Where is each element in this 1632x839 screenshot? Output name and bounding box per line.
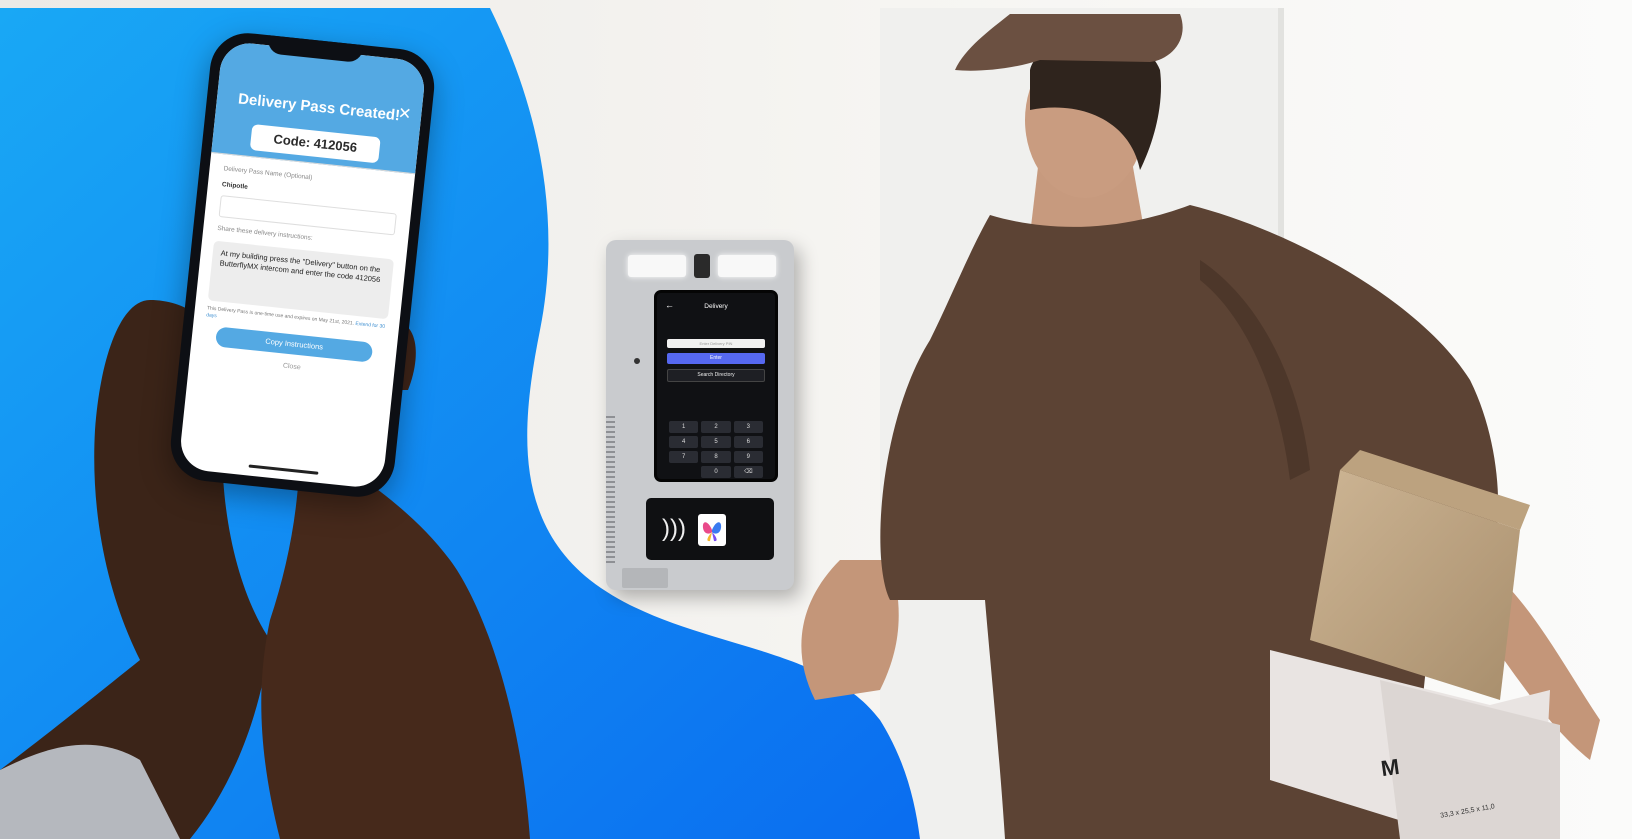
intercom-device: ← Delivery Enter Delivery PIN Enter Sear… xyxy=(606,240,794,590)
key-6[interactable]: 6 xyxy=(733,436,763,448)
braille-plate xyxy=(622,568,668,588)
home-indicator xyxy=(248,464,319,475)
key-2[interactable]: 2 xyxy=(701,421,731,433)
intercom-screen: ← Delivery Enter Delivery PIN Enter Sear… xyxy=(654,290,778,482)
intercom-light-right xyxy=(718,255,776,277)
share-label: Share these delivery instructions: xyxy=(216,224,313,242)
backspace-key[interactable]: ⌫ xyxy=(733,466,763,478)
delivery-code: Code: 412056 xyxy=(249,123,381,164)
hero-image: Delivery Pass Created! ✕ Code: 412056 De… xyxy=(0,0,1632,839)
search-directory-button[interactable]: Search Directory xyxy=(667,369,765,382)
key-8[interactable]: 8 xyxy=(701,451,731,463)
card-reader: ))) xyxy=(646,498,774,560)
app-title: Delivery Pass Created! xyxy=(237,90,401,125)
key-7[interactable]: 7 xyxy=(669,451,699,463)
enter-button[interactable]: Enter xyxy=(667,353,765,364)
key-blank xyxy=(669,466,698,478)
butterfly-logo-icon xyxy=(698,514,726,546)
key-0[interactable]: 0 xyxy=(701,466,731,478)
intercom-light-left xyxy=(628,255,686,277)
speaker-grille xyxy=(606,416,615,566)
key-9[interactable]: 9 xyxy=(733,451,763,463)
key-3[interactable]: 3 xyxy=(733,421,763,433)
keypad: 1 2 3 4 5 6 7 8 9 0 ⌫ xyxy=(669,421,763,478)
key-5[interactable]: 5 xyxy=(701,436,731,448)
pass-name-label: Delivery Pass Name (Optional) xyxy=(223,165,313,182)
key-1[interactable]: 1 xyxy=(669,421,699,433)
nfc-icon: ))) xyxy=(662,515,686,542)
box-size-label: M xyxy=(1379,753,1401,782)
delivery-pin-input[interactable]: Enter Delivery PIN xyxy=(667,339,765,348)
pass-name-value: Chipotle xyxy=(221,181,249,191)
camera-icon xyxy=(694,254,710,278)
app-header: Delivery Pass Created! ✕ Code: 412056 xyxy=(211,40,427,175)
key-4[interactable]: 4 xyxy=(669,436,699,448)
smartphone: Delivery Pass Created! ✕ Code: 412056 De… xyxy=(167,29,438,501)
phone-screen: Delivery Pass Created! ✕ Code: 412056 De… xyxy=(178,40,427,490)
intercom-screen-title: Delivery xyxy=(704,303,728,310)
close-icon[interactable]: ✕ xyxy=(397,103,412,124)
sensor-dot xyxy=(634,358,640,364)
